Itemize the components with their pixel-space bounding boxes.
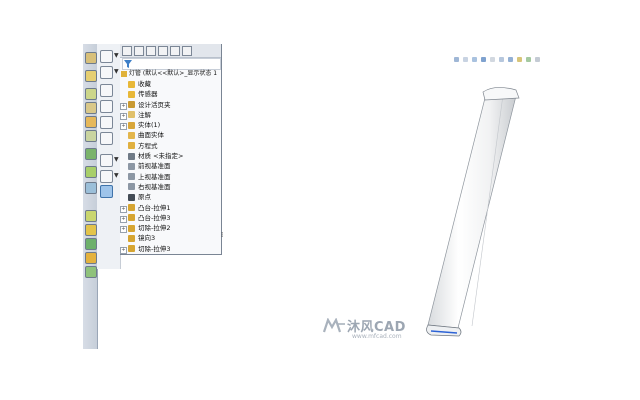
- view-settings-icon[interactable]: [535, 57, 540, 62]
- zoom-area-icon[interactable]: [463, 57, 468, 62]
- previous-view-icon[interactable]: [472, 57, 477, 62]
- tube-light-model[interactable]: [426, 87, 520, 337]
- heads-up-toolbar: [454, 47, 544, 62]
- edit-appearance-icon[interactable]: [517, 57, 522, 62]
- display-style-icon[interactable]: [499, 57, 504, 62]
- hide-show-icon[interactable]: [508, 57, 513, 62]
- watermark-url: www.mfcad.com: [352, 333, 402, 340]
- apply-scene-icon[interactable]: [526, 57, 531, 62]
- solidworks-window: ▼ ▼ ▼ ▼ 灯管 (默认<<默认>_显示状态 1 收藏 传感器 + 设计活页夹 + 注…: [83, 44, 556, 349]
- mfcad-logo-icon: [322, 318, 345, 333]
- zoom-to-fit-icon[interactable]: [454, 57, 459, 62]
- model-viewport[interactable]: [83, 44, 556, 349]
- section-view-icon[interactable]: [481, 57, 486, 62]
- view-orientation-icon[interactable]: [490, 57, 495, 62]
